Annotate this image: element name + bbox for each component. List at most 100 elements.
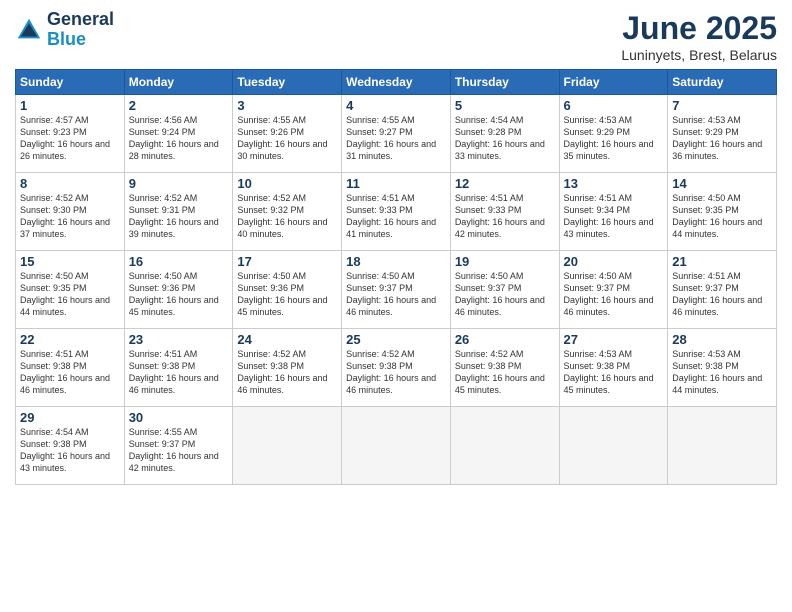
day-info: Sunrise: 4:50 AMSunset: 9:37 PMDaylight:… bbox=[346, 270, 446, 319]
calendar-cell bbox=[450, 407, 559, 485]
col-wednesday: Wednesday bbox=[342, 70, 451, 95]
day-info: Sunrise: 4:52 AMSunset: 9:38 PMDaylight:… bbox=[237, 348, 337, 397]
logo-icon bbox=[15, 16, 43, 44]
calendar-cell: 30Sunrise: 4:55 AMSunset: 9:37 PMDayligh… bbox=[124, 407, 233, 485]
day-info: Sunrise: 4:54 AMSunset: 9:38 PMDaylight:… bbox=[20, 426, 120, 475]
calendar-week-row: 22Sunrise: 4:51 AMSunset: 9:38 PMDayligh… bbox=[16, 329, 777, 407]
day-info: Sunrise: 4:50 AMSunset: 9:36 PMDaylight:… bbox=[129, 270, 229, 319]
title-section: June 2025 Luninyets, Brest, Belarus bbox=[621, 10, 777, 63]
day-number: 1 bbox=[20, 98, 120, 113]
day-info: Sunrise: 4:53 AMSunset: 9:38 PMDaylight:… bbox=[672, 348, 772, 397]
day-info: Sunrise: 4:51 AMSunset: 9:38 PMDaylight:… bbox=[20, 348, 120, 397]
day-info: Sunrise: 4:53 AMSunset: 9:38 PMDaylight:… bbox=[564, 348, 664, 397]
day-number: 10 bbox=[237, 176, 337, 191]
day-number: 16 bbox=[129, 254, 229, 269]
day-info: Sunrise: 4:51 AMSunset: 9:33 PMDaylight:… bbox=[455, 192, 555, 241]
calendar-cell: 17Sunrise: 4:50 AMSunset: 9:36 PMDayligh… bbox=[233, 251, 342, 329]
day-info: Sunrise: 4:52 AMSunset: 9:31 PMDaylight:… bbox=[129, 192, 229, 241]
calendar-cell: 27Sunrise: 4:53 AMSunset: 9:38 PMDayligh… bbox=[559, 329, 668, 407]
calendar-body: 1Sunrise: 4:57 AMSunset: 9:23 PMDaylight… bbox=[16, 95, 777, 485]
col-tuesday: Tuesday bbox=[233, 70, 342, 95]
day-number: 15 bbox=[20, 254, 120, 269]
calendar-cell: 23Sunrise: 4:51 AMSunset: 9:38 PMDayligh… bbox=[124, 329, 233, 407]
calendar-cell: 8Sunrise: 4:52 AMSunset: 9:30 PMDaylight… bbox=[16, 173, 125, 251]
calendar-week-row: 1Sunrise: 4:57 AMSunset: 9:23 PMDaylight… bbox=[16, 95, 777, 173]
calendar-cell: 2Sunrise: 4:56 AMSunset: 9:24 PMDaylight… bbox=[124, 95, 233, 173]
header-row: Sunday Monday Tuesday Wednesday Thursday… bbox=[16, 70, 777, 95]
calendar-cell bbox=[668, 407, 777, 485]
day-info: Sunrise: 4:51 AMSunset: 9:33 PMDaylight:… bbox=[346, 192, 446, 241]
day-info: Sunrise: 4:50 AMSunset: 9:37 PMDaylight:… bbox=[564, 270, 664, 319]
day-info: Sunrise: 4:51 AMSunset: 9:38 PMDaylight:… bbox=[129, 348, 229, 397]
day-info: Sunrise: 4:53 AMSunset: 9:29 PMDaylight:… bbox=[564, 114, 664, 163]
calendar-cell: 22Sunrise: 4:51 AMSunset: 9:38 PMDayligh… bbox=[16, 329, 125, 407]
calendar-cell: 26Sunrise: 4:52 AMSunset: 9:38 PMDayligh… bbox=[450, 329, 559, 407]
col-saturday: Saturday bbox=[668, 70, 777, 95]
day-number: 8 bbox=[20, 176, 120, 191]
day-number: 5 bbox=[455, 98, 555, 113]
day-number: 13 bbox=[564, 176, 664, 191]
day-info: Sunrise: 4:55 AMSunset: 9:26 PMDaylight:… bbox=[237, 114, 337, 163]
calendar-cell: 28Sunrise: 4:53 AMSunset: 9:38 PMDayligh… bbox=[668, 329, 777, 407]
day-number: 23 bbox=[129, 332, 229, 347]
day-info: Sunrise: 4:52 AMSunset: 9:30 PMDaylight:… bbox=[20, 192, 120, 241]
day-info: Sunrise: 4:50 AMSunset: 9:37 PMDaylight:… bbox=[455, 270, 555, 319]
day-number: 22 bbox=[20, 332, 120, 347]
day-number: 20 bbox=[564, 254, 664, 269]
calendar-cell: 29Sunrise: 4:54 AMSunset: 9:38 PMDayligh… bbox=[16, 407, 125, 485]
calendar-cell: 3Sunrise: 4:55 AMSunset: 9:26 PMDaylight… bbox=[233, 95, 342, 173]
day-info: Sunrise: 4:55 AMSunset: 9:27 PMDaylight:… bbox=[346, 114, 446, 163]
day-number: 11 bbox=[346, 176, 446, 191]
calendar-week-row: 8Sunrise: 4:52 AMSunset: 9:30 PMDaylight… bbox=[16, 173, 777, 251]
calendar-cell: 6Sunrise: 4:53 AMSunset: 9:29 PMDaylight… bbox=[559, 95, 668, 173]
day-number: 26 bbox=[455, 332, 555, 347]
calendar-cell: 4Sunrise: 4:55 AMSunset: 9:27 PMDaylight… bbox=[342, 95, 451, 173]
calendar-cell: 19Sunrise: 4:50 AMSunset: 9:37 PMDayligh… bbox=[450, 251, 559, 329]
calendar-cell: 25Sunrise: 4:52 AMSunset: 9:38 PMDayligh… bbox=[342, 329, 451, 407]
day-number: 4 bbox=[346, 98, 446, 113]
day-info: Sunrise: 4:57 AMSunset: 9:23 PMDaylight:… bbox=[20, 114, 120, 163]
calendar-cell bbox=[233, 407, 342, 485]
calendar-cell: 15Sunrise: 4:50 AMSunset: 9:35 PMDayligh… bbox=[16, 251, 125, 329]
day-number: 14 bbox=[672, 176, 772, 191]
day-number: 24 bbox=[237, 332, 337, 347]
day-number: 18 bbox=[346, 254, 446, 269]
page-container: General Blue June 2025 Luninyets, Brest,… bbox=[0, 0, 792, 495]
calendar-cell: 21Sunrise: 4:51 AMSunset: 9:37 PMDayligh… bbox=[668, 251, 777, 329]
day-number: 25 bbox=[346, 332, 446, 347]
day-info: Sunrise: 4:55 AMSunset: 9:37 PMDaylight:… bbox=[129, 426, 229, 475]
calendar-cell: 12Sunrise: 4:51 AMSunset: 9:33 PMDayligh… bbox=[450, 173, 559, 251]
day-info: Sunrise: 4:53 AMSunset: 9:29 PMDaylight:… bbox=[672, 114, 772, 163]
calendar-cell: 14Sunrise: 4:50 AMSunset: 9:35 PMDayligh… bbox=[668, 173, 777, 251]
col-sunday: Sunday bbox=[16, 70, 125, 95]
day-info: Sunrise: 4:52 AMSunset: 9:38 PMDaylight:… bbox=[346, 348, 446, 397]
calendar-cell: 18Sunrise: 4:50 AMSunset: 9:37 PMDayligh… bbox=[342, 251, 451, 329]
calendar-table: Sunday Monday Tuesday Wednesday Thursday… bbox=[15, 69, 777, 485]
calendar-cell: 13Sunrise: 4:51 AMSunset: 9:34 PMDayligh… bbox=[559, 173, 668, 251]
calendar-week-row: 29Sunrise: 4:54 AMSunset: 9:38 PMDayligh… bbox=[16, 407, 777, 485]
calendar-cell bbox=[342, 407, 451, 485]
day-info: Sunrise: 4:50 AMSunset: 9:35 PMDaylight:… bbox=[20, 270, 120, 319]
day-info: Sunrise: 4:54 AMSunset: 9:28 PMDaylight:… bbox=[455, 114, 555, 163]
day-number: 30 bbox=[129, 410, 229, 425]
month-title: June 2025 bbox=[621, 10, 777, 47]
day-info: Sunrise: 4:51 AMSunset: 9:34 PMDaylight:… bbox=[564, 192, 664, 241]
location: Luninyets, Brest, Belarus bbox=[621, 47, 777, 63]
day-info: Sunrise: 4:50 AMSunset: 9:36 PMDaylight:… bbox=[237, 270, 337, 319]
calendar-cell: 1Sunrise: 4:57 AMSunset: 9:23 PMDaylight… bbox=[16, 95, 125, 173]
day-number: 9 bbox=[129, 176, 229, 191]
day-number: 17 bbox=[237, 254, 337, 269]
day-info: Sunrise: 4:51 AMSunset: 9:37 PMDaylight:… bbox=[672, 270, 772, 319]
day-number: 27 bbox=[564, 332, 664, 347]
day-number: 6 bbox=[564, 98, 664, 113]
calendar-cell: 11Sunrise: 4:51 AMSunset: 9:33 PMDayligh… bbox=[342, 173, 451, 251]
calendar-cell bbox=[559, 407, 668, 485]
day-number: 28 bbox=[672, 332, 772, 347]
day-number: 3 bbox=[237, 98, 337, 113]
calendar-cell: 20Sunrise: 4:50 AMSunset: 9:37 PMDayligh… bbox=[559, 251, 668, 329]
day-number: 7 bbox=[672, 98, 772, 113]
col-monday: Monday bbox=[124, 70, 233, 95]
calendar-cell: 9Sunrise: 4:52 AMSunset: 9:31 PMDaylight… bbox=[124, 173, 233, 251]
day-info: Sunrise: 4:52 AMSunset: 9:32 PMDaylight:… bbox=[237, 192, 337, 241]
calendar-week-row: 15Sunrise: 4:50 AMSunset: 9:35 PMDayligh… bbox=[16, 251, 777, 329]
